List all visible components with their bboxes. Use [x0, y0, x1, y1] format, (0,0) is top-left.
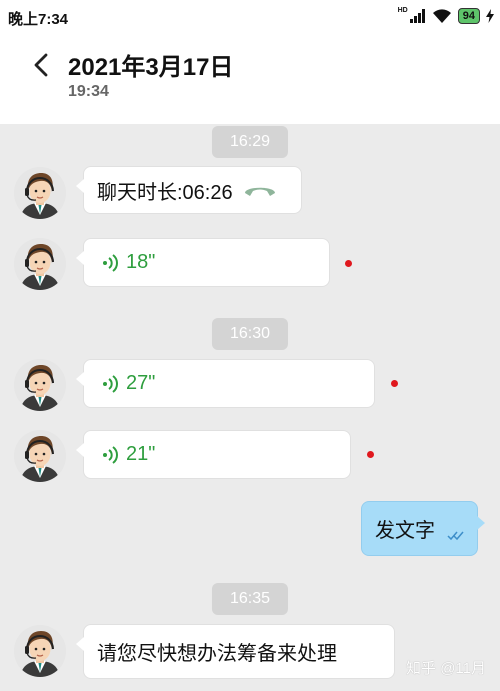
double-check-icon [447, 531, 464, 541]
outgoing-text-bubble[interactable]: 发文字 [361, 501, 485, 556]
voice-wave-icon [103, 445, 118, 464]
unread-dot [367, 451, 374, 458]
voice-duration: 18" [126, 251, 156, 273]
page-title: 2021年3月17日 [68, 54, 234, 81]
watermark: 知乎 @11月 [406, 660, 486, 677]
network-label: HD [397, 6, 408, 14]
message-text: 请您尽快想办法筹备来处理 [97, 643, 337, 665]
signal-icon [409, 9, 425, 23]
voice-message-bubble[interactable]: 27" [76, 359, 375, 408]
status-icons: HD 94 [398, 6, 494, 26]
phone-hangup-icon [244, 187, 275, 196]
page-subtitle: 19:34 [68, 83, 109, 100]
unread-dot [391, 380, 398, 387]
back-arrow-icon[interactable] [28, 50, 58, 80]
timestamp: 16:35 [211, 583, 289, 615]
avatar[interactable] [14, 625, 66, 677]
avatar[interactable] [14, 238, 66, 290]
voice-duration: 21" [126, 443, 156, 465]
avatar[interactable] [14, 359, 66, 411]
wifi-icon [432, 8, 451, 23]
avatar[interactable] [14, 167, 66, 219]
timestamp: 16:30 [211, 318, 289, 350]
status-bar: 晚上7:34 HD 94 [0, 0, 500, 34]
voice-wave-icon [103, 253, 118, 272]
voice-message-bubble[interactable]: 21" [76, 430, 351, 479]
voice-message-bubble[interactable]: 18" [76, 238, 330, 287]
timestamp: 16:29 [211, 126, 289, 158]
charging-icon [486, 9, 494, 23]
unread-dot [345, 260, 352, 267]
status-time: 晚上7:34 [8, 11, 69, 28]
chat-header: 2021年3月17日 19:34 [0, 34, 500, 124]
voice-duration: 27" [126, 372, 156, 394]
voice-wave-icon [103, 374, 118, 393]
battery-icon: 94 [457, 8, 480, 24]
call-duration-text: 聊天时长:06:26 [97, 181, 233, 204]
call-record-bubble[interactable]: 聊天时长:06:26 [76, 166, 302, 214]
text-message-bubble[interactable]: 请您尽快想办法筹备来处理 [76, 624, 395, 679]
avatar[interactable] [14, 430, 66, 482]
message-text: 发文字 [375, 520, 435, 542]
